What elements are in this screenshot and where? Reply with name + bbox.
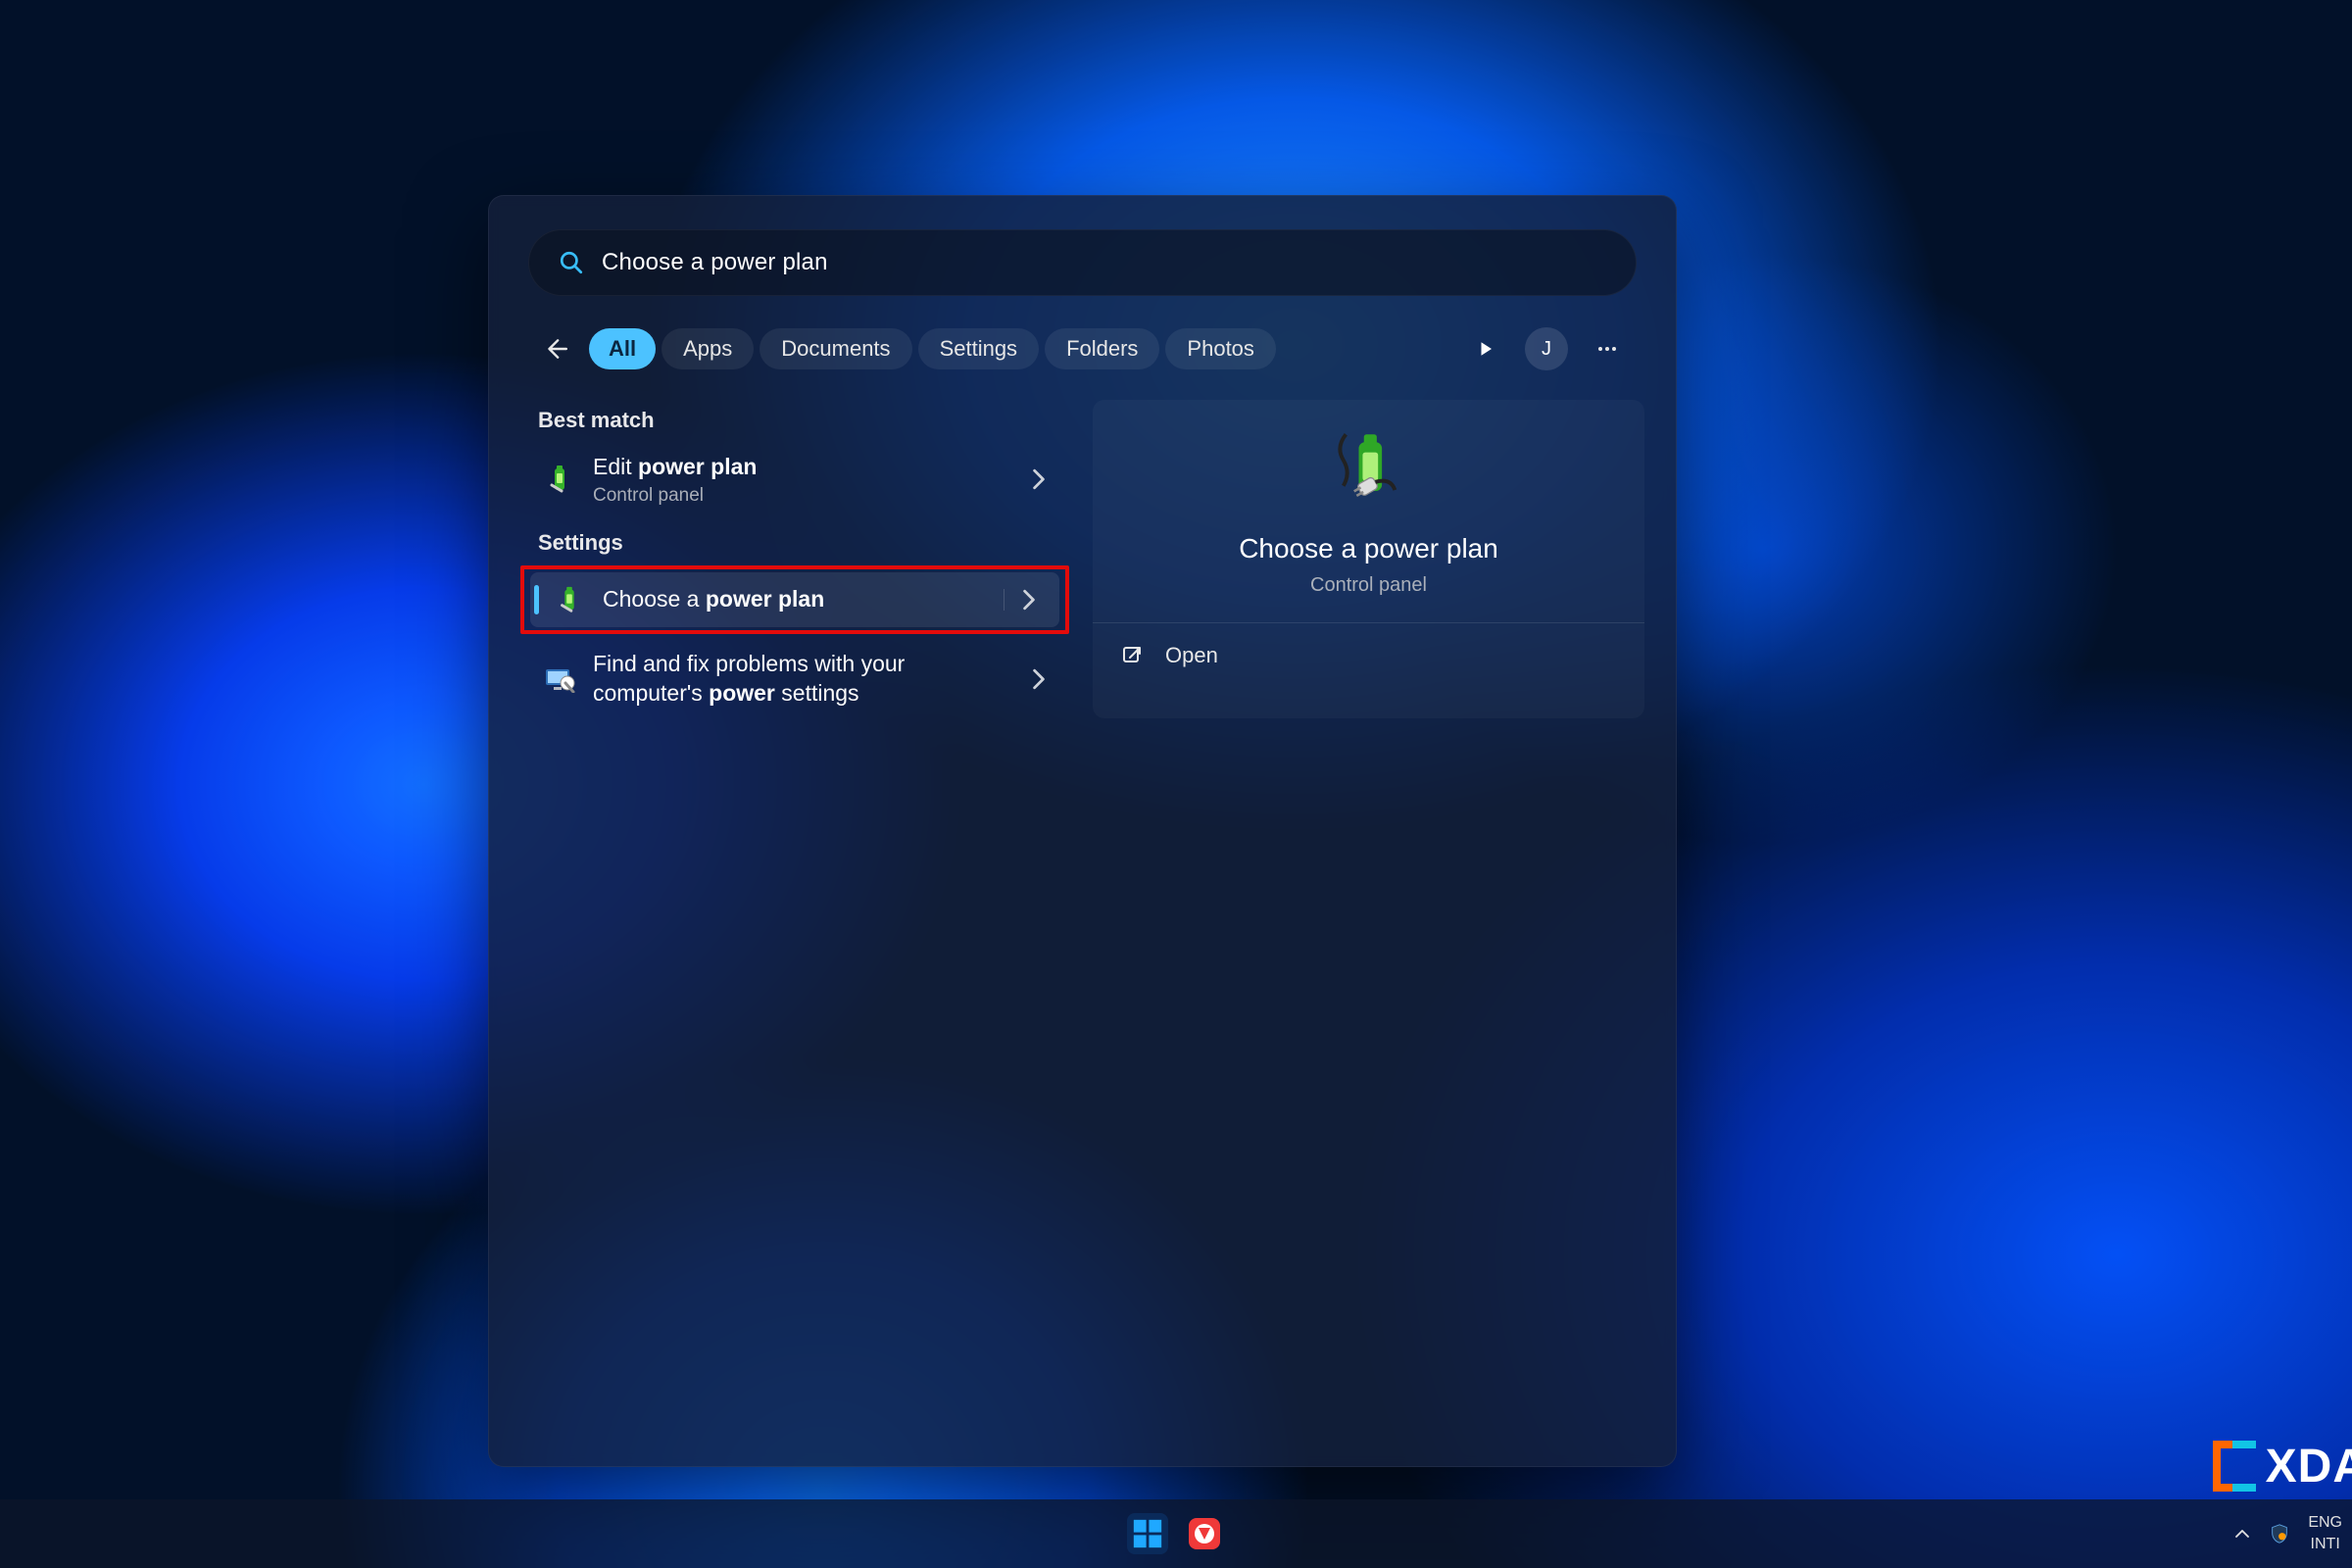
taskbar-app-vivaldi[interactable] xyxy=(1184,1513,1225,1554)
system-tray: ENG INTI xyxy=(2233,1499,2342,1568)
result-title: Find and fix problems with your computer… xyxy=(593,650,965,709)
settings-section-header: Settings xyxy=(520,516,1069,565)
filter-all[interactable]: All xyxy=(589,328,656,369)
result-title: Edit power plan xyxy=(593,453,1022,482)
annotation-highlight: Choose a power plan xyxy=(520,565,1069,634)
preview-action-label: Open xyxy=(1165,643,1218,668)
user-avatar[interactable]: J xyxy=(1525,327,1568,370)
result-preview-pane: Choose a power plan Control panel Open xyxy=(1093,400,1644,718)
search-run-button[interactable] xyxy=(1462,325,1509,372)
search-filters-row: All Apps Documents Settings Folders Phot… xyxy=(513,321,1652,376)
filter-photos[interactable]: Photos xyxy=(1165,328,1276,369)
battery-plug-icon xyxy=(1328,429,1410,512)
result-text: Choose a power plan xyxy=(603,585,1004,614)
filter-apps[interactable]: Apps xyxy=(662,328,754,369)
battery-icon xyxy=(552,582,587,617)
chevron-right-icon xyxy=(1004,589,1046,611)
filter-documents[interactable]: Documents xyxy=(760,328,911,369)
filter-folders[interactable]: Folders xyxy=(1045,328,1159,369)
watermark-text: XDA xyxy=(2266,1440,2352,1494)
tray-language[interactable]: ENG INTI xyxy=(2308,1515,2342,1552)
results-list: Best match Edit power plan Control panel… xyxy=(520,394,1069,718)
search-content: Best match Edit power plan Control panel… xyxy=(513,394,1652,718)
chevron-right-icon xyxy=(1022,668,1055,690)
tray-chevron-up[interactable] xyxy=(2233,1525,2251,1543)
search-icon xyxy=(559,250,584,275)
filter-settings[interactable]: Settings xyxy=(918,328,1040,369)
result-text: Edit power plan Control panel xyxy=(593,453,1022,507)
result-choose-power-plan[interactable]: Choose a power plan xyxy=(530,572,1059,627)
taskbar xyxy=(0,1499,2352,1568)
result-fix-power-problems[interactable]: Find and fix problems with your computer… xyxy=(520,640,1069,718)
result-subtitle: Control panel xyxy=(593,485,1022,507)
start-button[interactable] xyxy=(1127,1513,1168,1554)
best-match-header: Best match xyxy=(520,394,1069,443)
result-edit-power-plan[interactable]: Edit power plan Control panel xyxy=(520,443,1069,516)
preview-subtitle: Control panel xyxy=(1310,574,1427,597)
xda-watermark: XDA xyxy=(2213,1433,2352,1499)
result-title: Choose a power plan xyxy=(603,585,1004,614)
more-button[interactable] xyxy=(1584,325,1631,372)
tray-defender-icon[interactable] xyxy=(2269,1523,2290,1544)
preview-title: Choose a power plan xyxy=(1239,533,1498,564)
search-box[interactable]: Choose a power plan xyxy=(528,229,1637,296)
back-button[interactable] xyxy=(534,327,577,370)
preview-header: Choose a power plan Control panel xyxy=(1093,400,1644,623)
preview-action-open[interactable]: Open xyxy=(1093,623,1644,688)
search-query-text: Choose a power plan xyxy=(602,249,828,276)
battery-icon xyxy=(542,462,577,497)
open-external-icon xyxy=(1120,644,1144,667)
result-text: Find and fix problems with your computer… xyxy=(593,650,1022,709)
chevron-right-icon xyxy=(1022,468,1055,490)
bracket-icon xyxy=(2232,1441,2256,1492)
search-results-panel: Choose a power plan All Apps Documents S… xyxy=(488,195,1677,1467)
troubleshoot-icon xyxy=(542,662,577,697)
